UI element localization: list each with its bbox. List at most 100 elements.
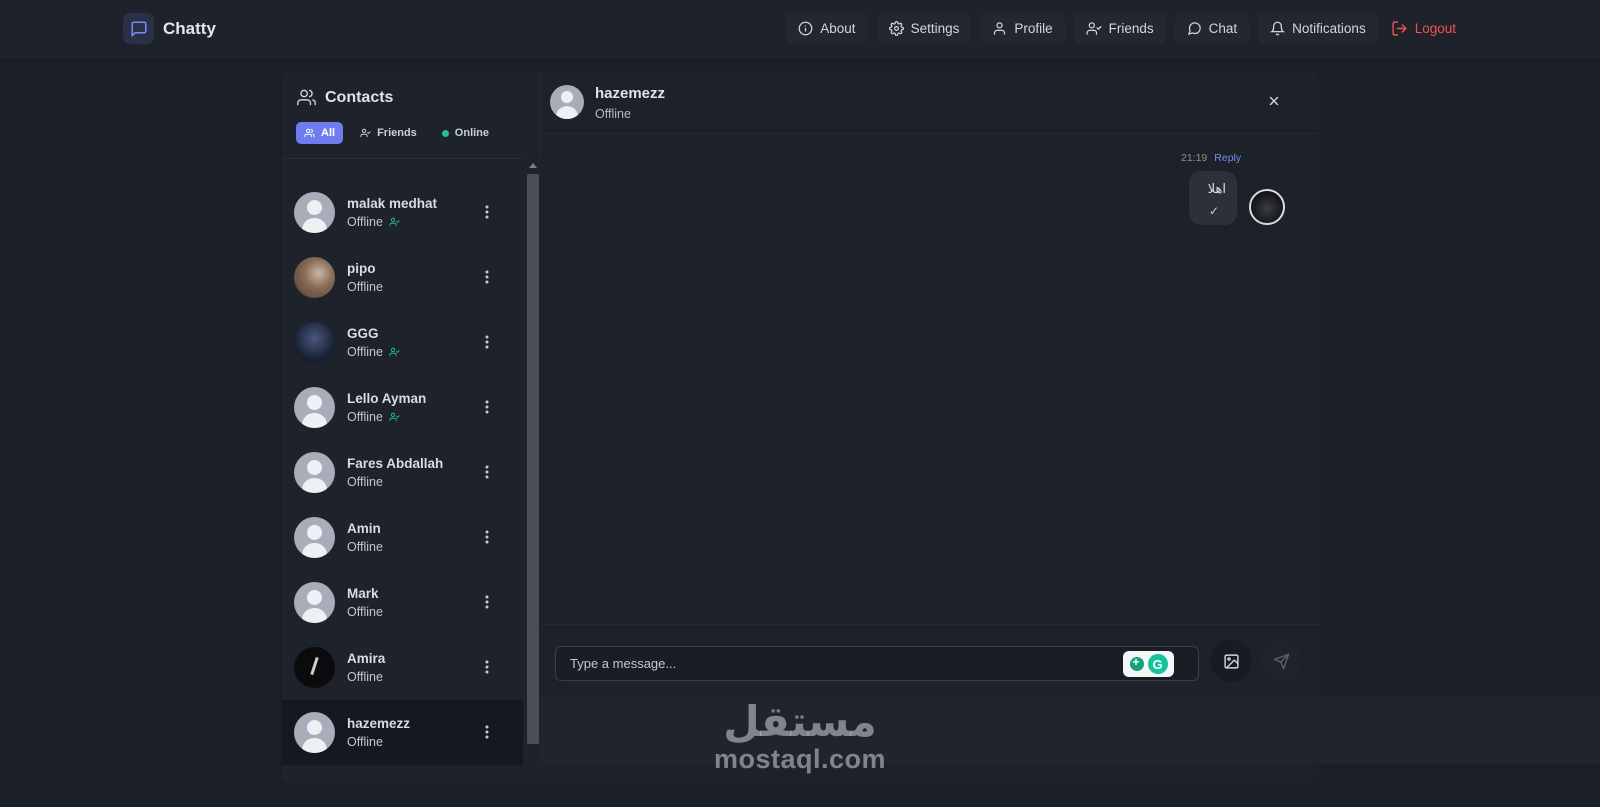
- kebab-icon[interactable]: [485, 660, 489, 674]
- avatar: [294, 517, 335, 558]
- send-icon: [1273, 653, 1290, 670]
- filter-friends[interactable]: Friends: [352, 122, 425, 144]
- attach-image-button[interactable]: [1210, 640, 1252, 682]
- nav-logout-label: Logout: [1414, 21, 1456, 36]
- users-icon: [296, 88, 317, 107]
- filter-online-label: Online: [454, 127, 490, 139]
- user-check-icon: [1086, 21, 1102, 36]
- kebab-icon[interactable]: [485, 335, 489, 349]
- nav-logout[interactable]: Logout: [1387, 13, 1460, 44]
- scrollbar-thumb[interactable]: [527, 174, 539, 744]
- message-input[interactable]: [555, 646, 1199, 681]
- contact-filters: All Friends Online: [296, 122, 497, 144]
- nav-friends[interactable]: Friends: [1073, 13, 1166, 44]
- contacts-panel: Contacts All Friends Online malak medhat…: [282, 72, 540, 783]
- bell-icon: [1270, 21, 1286, 36]
- filter-all[interactable]: All: [296, 122, 344, 144]
- contact-item[interactable]: Fares Abdallah Offline: [282, 440, 523, 505]
- nav-about[interactable]: About: [786, 13, 868, 44]
- nav-friends-label: Friends: [1108, 21, 1154, 36]
- kebab-icon[interactable]: [485, 205, 489, 219]
- contacts-title: Contacts: [325, 88, 394, 106]
- grammarly-icon: G: [1147, 654, 1168, 674]
- avatar: [294, 387, 335, 428]
- contact-status: Offline: [347, 670, 383, 684]
- avatar: [294, 257, 335, 298]
- contact-name: Fares Abdallah: [347, 456, 444, 471]
- message-bubble[interactable]: اهلا ✓: [1189, 171, 1237, 225]
- brand[interactable]: Chatty: [123, 13, 216, 44]
- close-icon[interactable]: [1267, 94, 1281, 108]
- message-square-icon: [123, 13, 154, 44]
- contact-name: hazemezz: [347, 716, 411, 731]
- contact-list: malak medhat Offline pipo Offline GGG Of…: [282, 180, 523, 765]
- filter-all-label: All: [321, 127, 336, 139]
- peer-name: hazemezz: [595, 85, 666, 102]
- contact-item[interactable]: Amin Offline: [282, 505, 523, 570]
- kebab-icon[interactable]: [485, 465, 489, 479]
- friend-badge-icon: [389, 347, 400, 357]
- divider: [282, 158, 540, 159]
- kebab-icon[interactable]: [485, 530, 489, 544]
- kebab-icon[interactable]: [485, 725, 489, 739]
- friend-badge-icon: [389, 217, 400, 227]
- user-icon: [992, 21, 1007, 36]
- logout-icon: [1391, 20, 1408, 37]
- peer-avatar: [550, 85, 584, 119]
- send-button[interactable]: [1260, 640, 1302, 682]
- image-icon: [1223, 653, 1240, 670]
- contact-name: malak medhat: [347, 196, 438, 211]
- message-meta: 21:19 Reply: [1181, 152, 1241, 164]
- grammarly-widget[interactable]: G: [1123, 651, 1174, 677]
- contact-item[interactable]: GGG Offline: [282, 310, 523, 375]
- contact-status: Offline: [347, 280, 383, 294]
- gear-icon: [888, 21, 904, 36]
- footer-strip: [539, 696, 1600, 764]
- reply-link[interactable]: Reply: [1214, 152, 1241, 164]
- friend-badge-icon: [389, 412, 400, 422]
- kebab-icon[interactable]: [485, 595, 489, 609]
- nav-settings-label: Settings: [910, 21, 960, 36]
- contact-name: Lello Ayman: [347, 391, 427, 406]
- watermark: مستقل mostaql.com: [700, 700, 900, 775]
- contact-item[interactable]: Mark Offline: [282, 570, 523, 635]
- contact-item[interactable]: pipo Offline: [282, 245, 523, 310]
- kebab-icon[interactable]: [485, 270, 489, 284]
- contact-status: Offline: [347, 735, 383, 749]
- contact-item[interactable]: Amira Offline: [282, 635, 523, 700]
- avatar: [294, 647, 335, 688]
- kebab-icon[interactable]: [485, 400, 489, 414]
- filter-friends-label: Friends: [377, 127, 417, 139]
- info-icon: [798, 21, 813, 36]
- contacts-scrollbar[interactable]: [523, 158, 540, 783]
- message-time: 21:19: [1181, 152, 1208, 164]
- avatar: [294, 452, 335, 493]
- contact-status: Offline: [347, 345, 383, 359]
- contact-item[interactable]: malak medhat Offline: [282, 180, 523, 245]
- nav-profile[interactable]: Profile: [980, 13, 1065, 44]
- contact-status: Offline: [347, 475, 383, 489]
- user-check-icon: [360, 128, 371, 138]
- contact-name: Amin: [347, 521, 381, 536]
- contact-name: Amira: [347, 651, 386, 666]
- scroll-up-icon[interactable]: [529, 163, 537, 168]
- read-check-icon: ✓: [1209, 204, 1220, 218]
- nav-settings[interactable]: Settings: [876, 13, 972, 44]
- chat-header: hazemezz Offline: [540, 72, 1319, 134]
- contact-item-selected[interactable]: hazemezz Offline: [282, 700, 523, 765]
- contact-name: GGG: [347, 326, 379, 341]
- chat-panel: hazemezz Offline 21:19 Reply اهلا ✓ G: [540, 72, 1319, 783]
- bulb-icon: [1129, 655, 1144, 671]
- contact-name: pipo: [347, 261, 376, 276]
- peer-status: Offline: [595, 107, 631, 121]
- nav-notifications-label: Notifications: [1292, 21, 1366, 36]
- nav-chat[interactable]: Chat: [1174, 13, 1250, 44]
- nav-notifications[interactable]: Notifications: [1258, 13, 1378, 44]
- chat-card: Contacts All Friends Online malak medhat…: [282, 72, 1319, 783]
- contact-status: Offline: [347, 540, 383, 554]
- message-text: اهلا: [1207, 181, 1226, 196]
- filter-online[interactable]: Online: [434, 122, 497, 144]
- contact-item[interactable]: Lello Ayman Offline: [282, 375, 523, 440]
- contacts-header: Contacts: [296, 88, 393, 107]
- watermark-latin: mostaql.com: [713, 744, 887, 774]
